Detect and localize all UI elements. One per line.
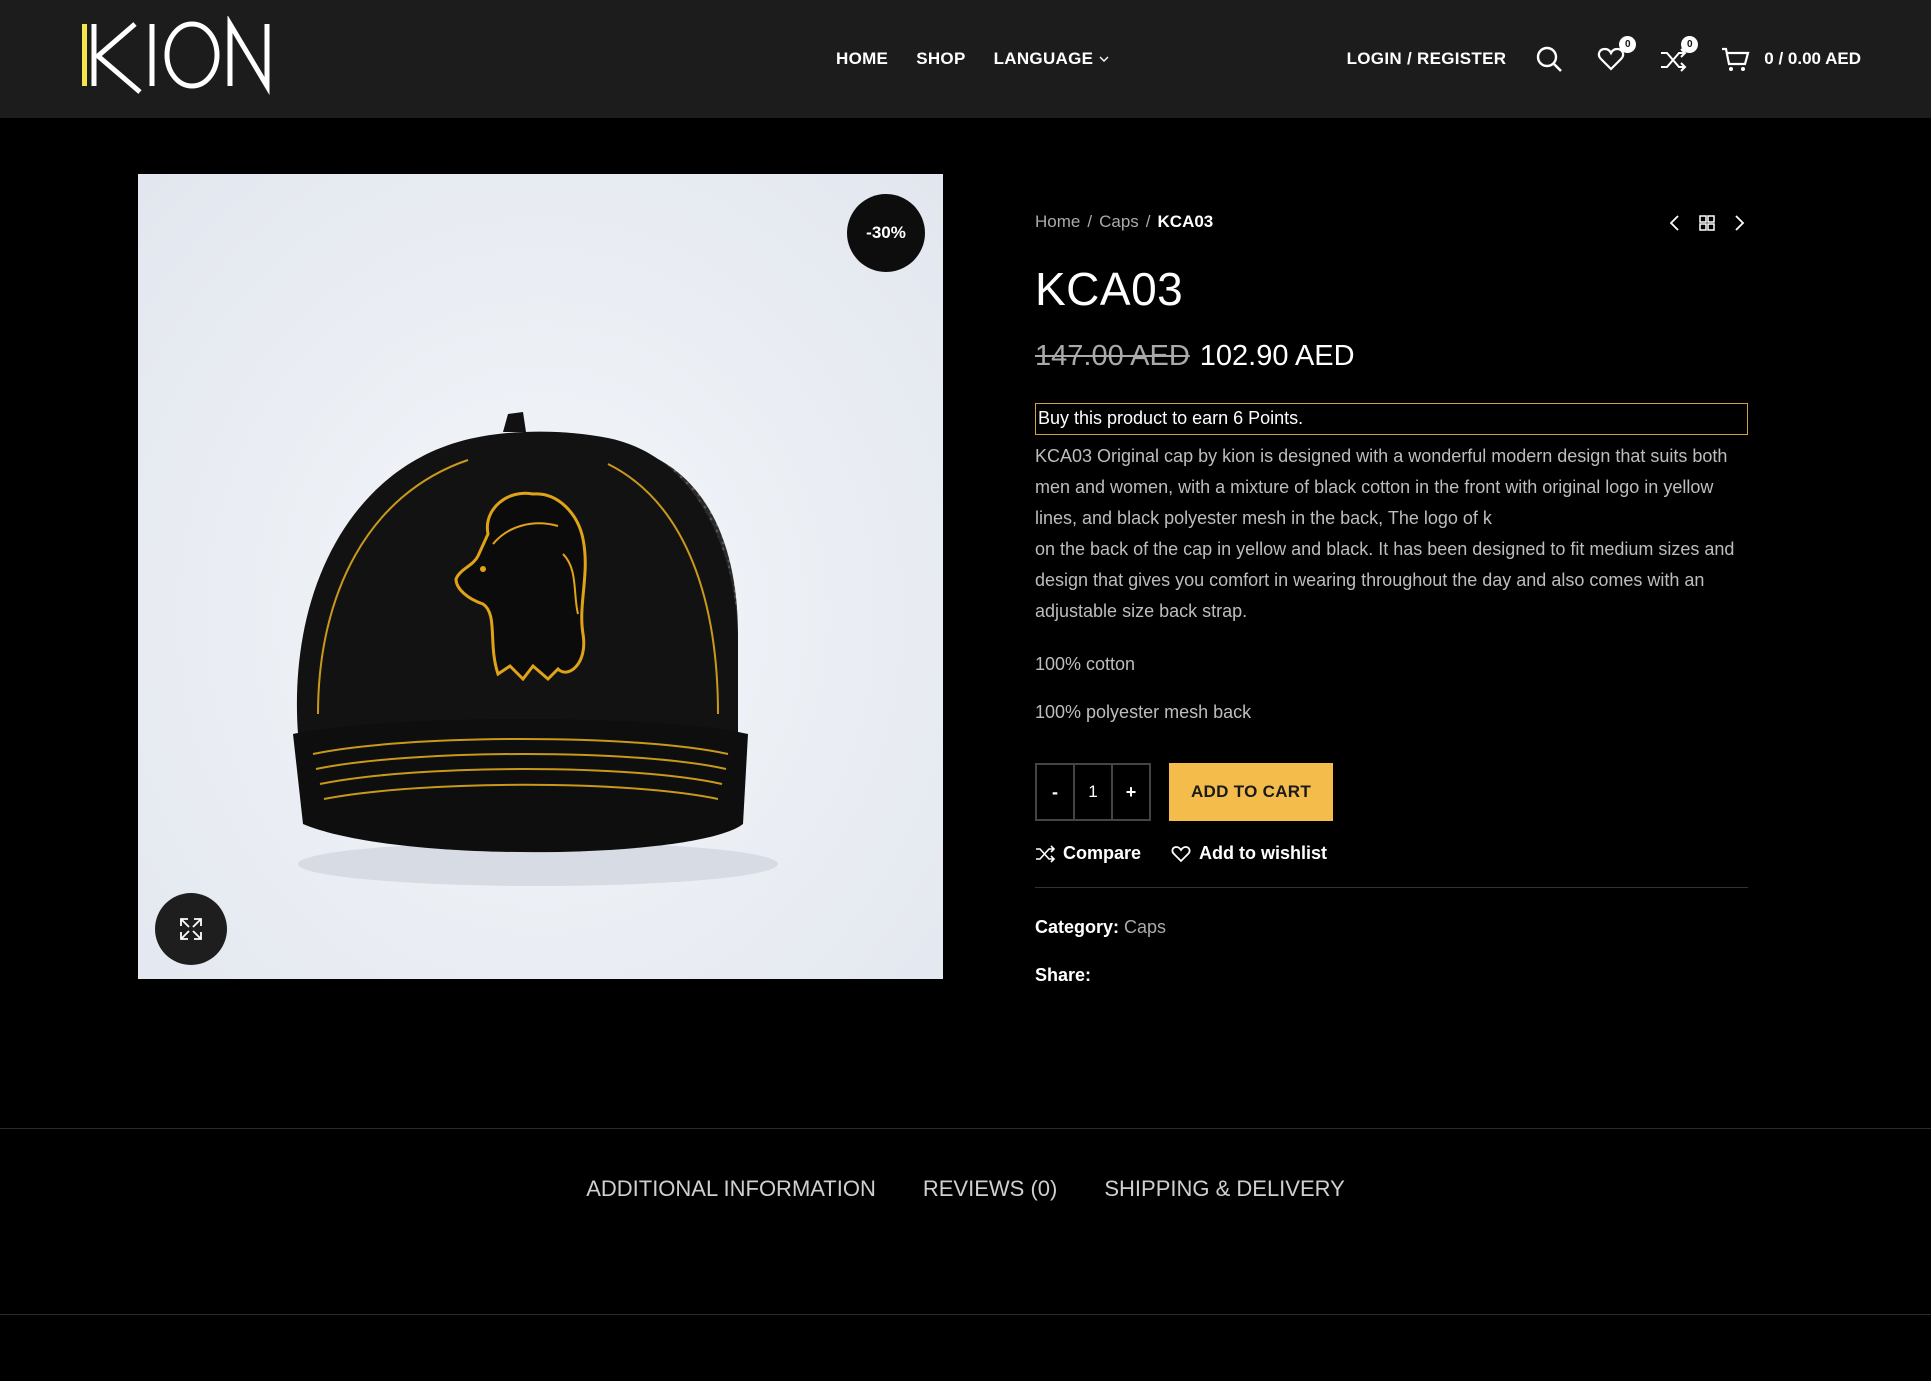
breadcrumb-caps[interactable]: Caps bbox=[1099, 212, 1139, 232]
search-button[interactable] bbox=[1534, 44, 1564, 74]
tab-shipping-delivery[interactable]: SHIPPING & DELIVERY bbox=[1104, 1176, 1344, 1202]
header-tools: LOGIN / REGISTER 0 0 0 / 0.00 AED bbox=[1347, 0, 1861, 118]
breadcrumb-sep: / bbox=[1145, 212, 1151, 231]
cart-button[interactable]: 0 / 0.00 AED bbox=[1720, 44, 1861, 74]
product-category: Category: Caps bbox=[1035, 917, 1748, 938]
product-description: KCA03 Original cap by kion is designed w… bbox=[1035, 441, 1748, 627]
search-icon bbox=[1537, 46, 1563, 72]
chevron-down-icon bbox=[1099, 56, 1109, 62]
price-sale: 102.90 AED bbox=[1199, 340, 1355, 372]
description-line: KCA03 Original cap by kion is designed w… bbox=[1035, 446, 1728, 466]
product-title: KCA03 bbox=[1035, 263, 1184, 315]
nav-home[interactable]: HOME bbox=[836, 49, 888, 69]
material-cotton: 100% cotton bbox=[1035, 654, 1136, 674]
breadcrumb: Home / Caps / KCA03 bbox=[1035, 212, 1748, 232]
quantity-increase-button[interactable]: + bbox=[1113, 765, 1149, 819]
wishlist-label: Add to wishlist bbox=[1199, 843, 1328, 863]
grid-icon[interactable] bbox=[1698, 214, 1716, 232]
chevron-right-icon[interactable] bbox=[1730, 214, 1748, 232]
compare-button[interactable]: 0 bbox=[1658, 36, 1699, 74]
description-line: men and women, with a mixture of black c… bbox=[1035, 477, 1714, 497]
enlarge-image-button[interactable] bbox=[155, 893, 227, 965]
product-image[interactable] bbox=[138, 174, 943, 979]
description-line: design that gives you comfort in wearing… bbox=[1035, 570, 1705, 590]
quantity-stepper: - 1 + bbox=[1035, 763, 1151, 821]
site-header: HOME SHOP LANGUAGE LOGIN / REGISTER 0 0 … bbox=[0, 0, 1931, 118]
cart-icon bbox=[1722, 47, 1750, 71]
price-original: 147.00 AED bbox=[1035, 340, 1190, 372]
cart-total: 0 / 0.00 AED bbox=[1764, 49, 1861, 68]
breadcrumb-current: KCA03 bbox=[1157, 212, 1214, 231]
category-link[interactable]: Caps bbox=[1124, 917, 1166, 937]
breadcrumb-home[interactable]: Home bbox=[1035, 212, 1080, 232]
nav-shop-label: SHOP bbox=[916, 49, 966, 68]
breadcrumb-sep: / bbox=[1087, 212, 1093, 231]
description-line: lines, and black polyester mesh in the b… bbox=[1035, 508, 1492, 528]
heart-icon bbox=[1171, 845, 1191, 862]
share-label: Share: bbox=[1035, 965, 1092, 985]
nav-shop[interactable]: SHOP bbox=[916, 49, 965, 69]
kion-logo[interactable] bbox=[80, 14, 275, 98]
quantity-decrease-button[interactable]: - bbox=[1037, 765, 1073, 819]
divider bbox=[0, 1314, 1931, 1315]
wishlist-button[interactable]: 0 bbox=[1596, 36, 1637, 74]
chevron-left-icon[interactable] bbox=[1666, 214, 1684, 232]
material-mesh: 100% polyester mesh back bbox=[1035, 702, 1252, 722]
add-to-cart-button[interactable]: ADD TO CART bbox=[1169, 763, 1333, 821]
expand-icon bbox=[180, 918, 202, 940]
discount-badge: -30% bbox=[847, 194, 925, 272]
quantity-input[interactable]: 1 bbox=[1073, 765, 1113, 819]
nav-language-label: LANGUAGE bbox=[993, 49, 1094, 68]
compare-label: Compare bbox=[1063, 843, 1142, 863]
add-to-wishlist-link[interactable]: Add to wishlist bbox=[1171, 843, 1327, 864]
product-actions: Compare Add to wishlist bbox=[1035, 843, 1748, 864]
product-tabs: ADDITIONAL INFORMATION REVIEWS (0) SHIPP… bbox=[0, 1176, 1931, 1202]
divider bbox=[1035, 887, 1748, 888]
tab-additional-information[interactable]: ADDITIONAL INFORMATION bbox=[586, 1176, 876, 1202]
product-summary: Home / Caps / KCA03 KCA03 147.00 AED 102… bbox=[1035, 212, 1748, 986]
tab-reviews[interactable]: REVIEWS (0) bbox=[923, 1176, 1057, 1202]
compare-link[interactable]: Compare bbox=[1035, 843, 1141, 864]
product-navigation bbox=[1666, 214, 1748, 232]
cap-photo bbox=[293, 412, 778, 886]
description-line: adjustable size back strap. bbox=[1035, 601, 1248, 621]
product-price: 147.00 AED 102.90 AED bbox=[1035, 340, 1748, 373]
wishlist-count-badge: 0 bbox=[1619, 36, 1637, 53]
login-register-link[interactable]: LOGIN / REGISTER bbox=[1347, 49, 1507, 69]
add-to-cart-row: - 1 + ADD TO CART bbox=[1035, 763, 1748, 821]
nav-home-label: HOME bbox=[836, 49, 889, 68]
compare-count-badge: 0 bbox=[1681, 36, 1699, 53]
description-line: on the back of the cap in yellow and bla… bbox=[1035, 539, 1735, 559]
divider bbox=[0, 1128, 1931, 1129]
points-notice: Buy this product to earn 6 Points. bbox=[1035, 403, 1748, 435]
main-nav: HOME SHOP LANGUAGE bbox=[836, 0, 1109, 118]
shuffle-icon bbox=[1036, 844, 1055, 863]
category-key: Category: bbox=[1035, 917, 1120, 937]
nav-language[interactable]: LANGUAGE bbox=[994, 49, 1110, 69]
